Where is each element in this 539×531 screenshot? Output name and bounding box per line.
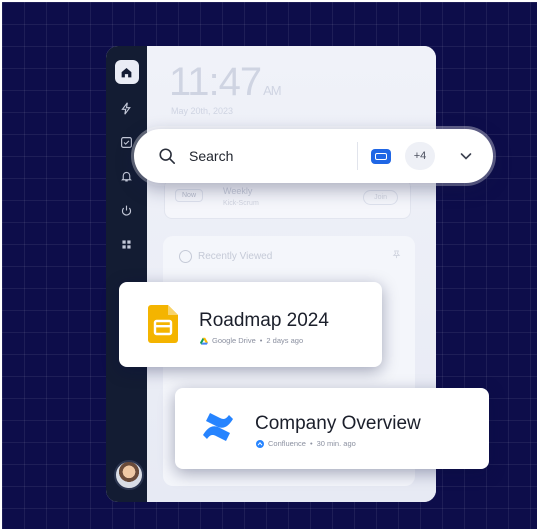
- avatar[interactable]: [114, 460, 144, 490]
- card-meta: Confluence • 30 min. ago: [256, 439, 356, 448]
- card-title: Roadmap 2024: [199, 310, 329, 331]
- clock-ampm: AM: [263, 83, 281, 98]
- result-card-company-overview[interactable]: Company Overview Confluence • 30 min. ag…: [175, 388, 489, 469]
- meta-separator: •: [309, 439, 313, 448]
- more-sources-badge[interactable]: +4: [405, 142, 435, 170]
- search-divider: [357, 142, 358, 170]
- join-button[interactable]: Join: [363, 190, 398, 205]
- pin-icon[interactable]: [392, 250, 401, 261]
- chevron-down-icon[interactable]: [459, 149, 473, 163]
- card-title: Company Overview: [255, 413, 421, 434]
- confluence-icon: [203, 413, 233, 441]
- clock-icon: [179, 250, 192, 263]
- recently-viewed-title: Recently Viewed: [198, 251, 273, 262]
- bell-icon[interactable]: [115, 164, 139, 188]
- power-icon[interactable]: [115, 198, 139, 222]
- google-drive-icon: [200, 337, 208, 345]
- home-icon[interactable]: [114, 60, 139, 84]
- meta-separator: •: [259, 336, 263, 345]
- bolt-icon[interactable]: [115, 96, 139, 120]
- card-time: 30 min. ago: [316, 439, 356, 448]
- app-filter-icon[interactable]: [371, 149, 391, 164]
- event-card[interactable]: Now Weekly Kick-Scrum Join: [164, 179, 411, 219]
- search-bar[interactable]: Search +4: [134, 129, 493, 183]
- card-source: Google Drive: [212, 336, 256, 345]
- now-pill: Now: [175, 189, 204, 202]
- result-card-roadmap[interactable]: Roadmap 2024 Google Drive • 2 days ago: [119, 282, 382, 367]
- clock-time: 11:47 AM: [169, 60, 282, 104]
- search-input[interactable]: Search: [189, 148, 233, 164]
- recently-viewed-header: Recently Viewed: [179, 250, 272, 263]
- card-time: 2 days ago: [266, 336, 304, 345]
- event-subtitle: Kick-Scrum: [223, 200, 259, 207]
- grid-background: 11:47 AM May 20th, 2023 Now Weekly Kick-S…: [2, 2, 537, 529]
- card-source: Confluence: [268, 439, 306, 448]
- card-meta: Google Drive • 2 days ago: [200, 336, 303, 345]
- search-icon: [159, 148, 176, 165]
- event-title: Weekly: [223, 186, 253, 196]
- confluence-small-icon: [256, 439, 264, 448]
- google-slides-icon: [148, 305, 178, 343]
- sidebar: [106, 46, 147, 502]
- grid-icon[interactable]: [115, 232, 139, 256]
- clock-date: May 20th, 2023: [171, 106, 234, 116]
